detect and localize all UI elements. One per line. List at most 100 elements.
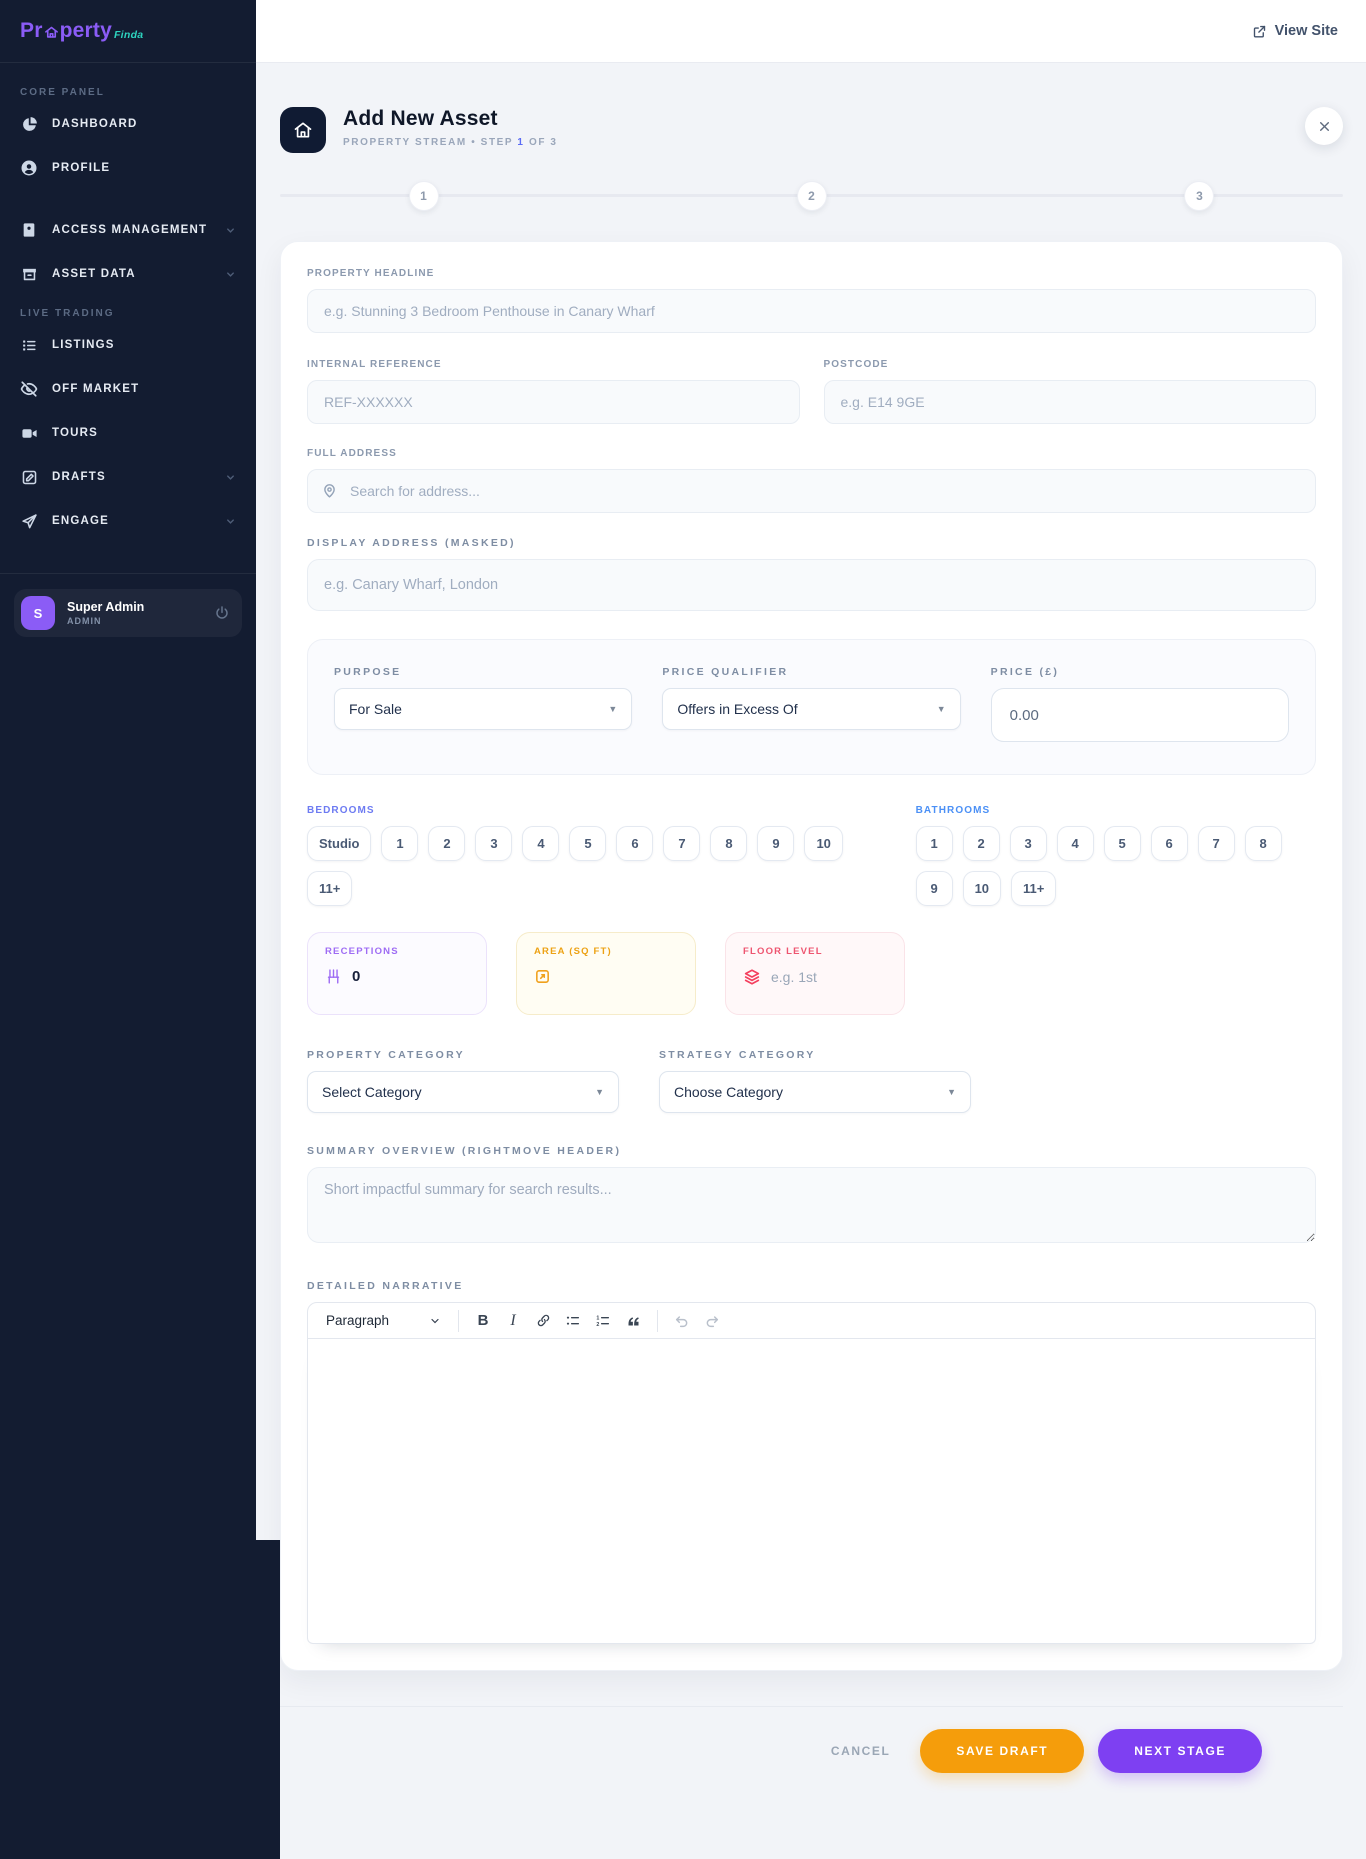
field-label: BEDROOMS [307,805,876,816]
bathroom-chip[interactable]: 7 [1198,826,1235,861]
home-icon [280,107,326,153]
numbered-list-button[interactable]: 12 [588,1307,618,1335]
floor-level-input[interactable] [771,969,887,985]
bathroom-chip[interactable]: 5 [1104,826,1141,861]
view-site-link[interactable]: View Site [1252,23,1338,39]
cancel-button[interactable]: CANCEL [831,1744,891,1758]
italic-button[interactable]: I [498,1307,528,1335]
field-postcode: POSTCODE [824,359,1317,424]
bathroom-chip[interactable]: 6 [1151,826,1188,861]
brand-logo[interactable]: Pr perty Finda [0,0,256,63]
send-icon [20,512,38,530]
next-stage-button[interactable]: NEXT STAGE [1098,1729,1262,1773]
link-button[interactable] [528,1307,558,1335]
sidebar-item-dashboard[interactable]: DASHBOARD [0,102,256,146]
bold-button[interactable]: B [468,1307,498,1335]
sidebar-item-label: PROFILE [52,162,110,174]
page-header: Add New Asset PROPERTY STREAM • STEP 1 O… [280,107,1343,153]
bedroom-chip[interactable]: 9 [757,826,794,861]
price-qualifier-select[interactable]: Offers in Excess Of ▼ [662,688,960,730]
bedroom-chip[interactable]: 7 [663,826,700,861]
bedroom-chip[interactable]: 10 [804,826,842,861]
app-root: Pr perty Finda CORE PANEL DASHBOARD PRO [0,0,1366,1859]
field-summary-overview: SUMMARY OVERVIEW (RIGHTMOVE HEADER) [307,1145,1316,1248]
brand-part2: perty [60,19,112,43]
step-1[interactable]: 1 [409,181,439,211]
bathroom-chip[interactable]: 1 [916,826,953,861]
postcode-input[interactable] [824,380,1317,424]
property-category-select[interactable]: Select Category ▼ [307,1071,619,1113]
step-3[interactable]: 3 [1184,181,1214,211]
power-icon[interactable] [214,605,230,621]
undo-icon [674,1313,690,1329]
bedroom-chip[interactable]: 3 [475,826,512,861]
redo-icon [704,1313,720,1329]
field-internal-reference: INTERNAL REFERENCE [307,359,800,424]
bedroom-chip[interactable]: 11+ [307,871,352,906]
sidebar-item-access-management[interactable]: ACCESS MANAGEMENT [0,208,256,252]
bathroom-chip[interactable]: 9 [916,871,953,906]
main-area: View Site Add New Asset PROPERTY STREAM … [256,0,1366,1859]
bathroom-chip[interactable]: 3 [1010,826,1047,861]
sidebar-item-listings[interactable]: LISTINGS [0,323,256,367]
bathroom-chip[interactable]: 2 [963,826,1000,861]
user-card[interactable]: S Super Admin ADMIN [14,589,242,637]
bedroom-chip[interactable]: 5 [569,826,606,861]
bathroom-chip[interactable]: 4 [1057,826,1094,861]
area-input[interactable] [561,969,678,985]
field-label: SUMMARY OVERVIEW (RIGHTMOVE HEADER) [307,1145,1316,1157]
field-price-qualifier: PRICE QUALIFIER Offers in Excess Of ▼ [662,666,960,742]
close-button[interactable] [1305,107,1343,145]
sidebar-item-tours[interactable]: TOURS [0,411,256,455]
sidebar-item-off-market[interactable]: OFF MARKET [0,367,256,411]
layers-icon [743,968,761,986]
toolbar-divider [657,1310,658,1332]
field-label: DETAILED NARRATIVE [307,1280,1316,1292]
sidebar-item-profile[interactable]: PROFILE [0,146,256,190]
receptions-value[interactable]: 0 [352,968,360,985]
address-search-input[interactable] [307,469,1316,513]
redo-button[interactable] [697,1307,727,1335]
undo-button[interactable] [667,1307,697,1335]
sidebar-item-engage[interactable]: ENGAGE [0,499,256,543]
bedroom-chip[interactable]: 1 [381,826,418,861]
bedroom-chip[interactable]: 2 [428,826,465,861]
select-arrow-icon: ▼ [937,704,946,714]
sidebar-item-label: ASSET DATA [52,268,136,280]
bedroom-chip[interactable]: 4 [522,826,559,861]
paragraph-style-select[interactable]: Paragraph [318,1313,449,1328]
price-input[interactable] [991,688,1289,742]
form-card: PROPERTY HEADLINE INTERNAL REFERENCE POS… [280,241,1343,1671]
field-strategy-category: STRATEGY CATEGORY Choose Category ▼ [659,1049,971,1113]
sidebar-nav: DASHBOARD PROFILE ACCESS MANAGEMENT [0,102,256,296]
map-pin-icon [321,482,338,499]
step-2[interactable]: 2 [797,181,827,211]
select-arrow-icon: ▼ [947,1087,956,1097]
summary-textarea[interactable] [307,1167,1316,1243]
sidebar-item-drafts[interactable]: DRAFTS [0,455,256,499]
narrative-editor-area[interactable] [307,1339,1316,1644]
brand-part1: Pr [20,19,43,43]
purpose-select[interactable]: For Sale ▼ [334,688,632,730]
bedroom-chip[interactable]: Studio [307,826,371,861]
bathroom-chip[interactable]: 11+ [1011,871,1056,906]
field-label: STRATEGY CATEGORY [659,1049,971,1061]
chair-icon [325,968,342,985]
strategy-category-select[interactable]: Choose Category ▼ [659,1071,971,1113]
internal-reference-input[interactable] [307,380,800,424]
blockquote-button[interactable] [618,1307,648,1335]
bathroom-chip[interactable]: 8 [1245,826,1282,861]
property-headline-input[interactable] [307,289,1316,333]
bedroom-chip[interactable]: 6 [616,826,653,861]
archive-icon [20,265,38,283]
bedroom-chip[interactable]: 8 [710,826,747,861]
display-address-input[interactable] [307,559,1316,611]
bullet-list-button[interactable] [558,1307,588,1335]
save-draft-button[interactable]: SAVE DRAFT [920,1729,1084,1773]
receptions-card: RECEPTIONS 0 [307,932,487,1015]
bathroom-chip[interactable]: 10 [963,871,1001,906]
sidebar-item-asset-data[interactable]: ASSET DATA [0,252,256,296]
sidebar-item-label: TOURS [52,427,98,439]
sidebar-bottom-extension [0,1540,280,1859]
breadcrumb: PROPERTY STREAM • STEP 1 OF 3 [343,137,558,148]
